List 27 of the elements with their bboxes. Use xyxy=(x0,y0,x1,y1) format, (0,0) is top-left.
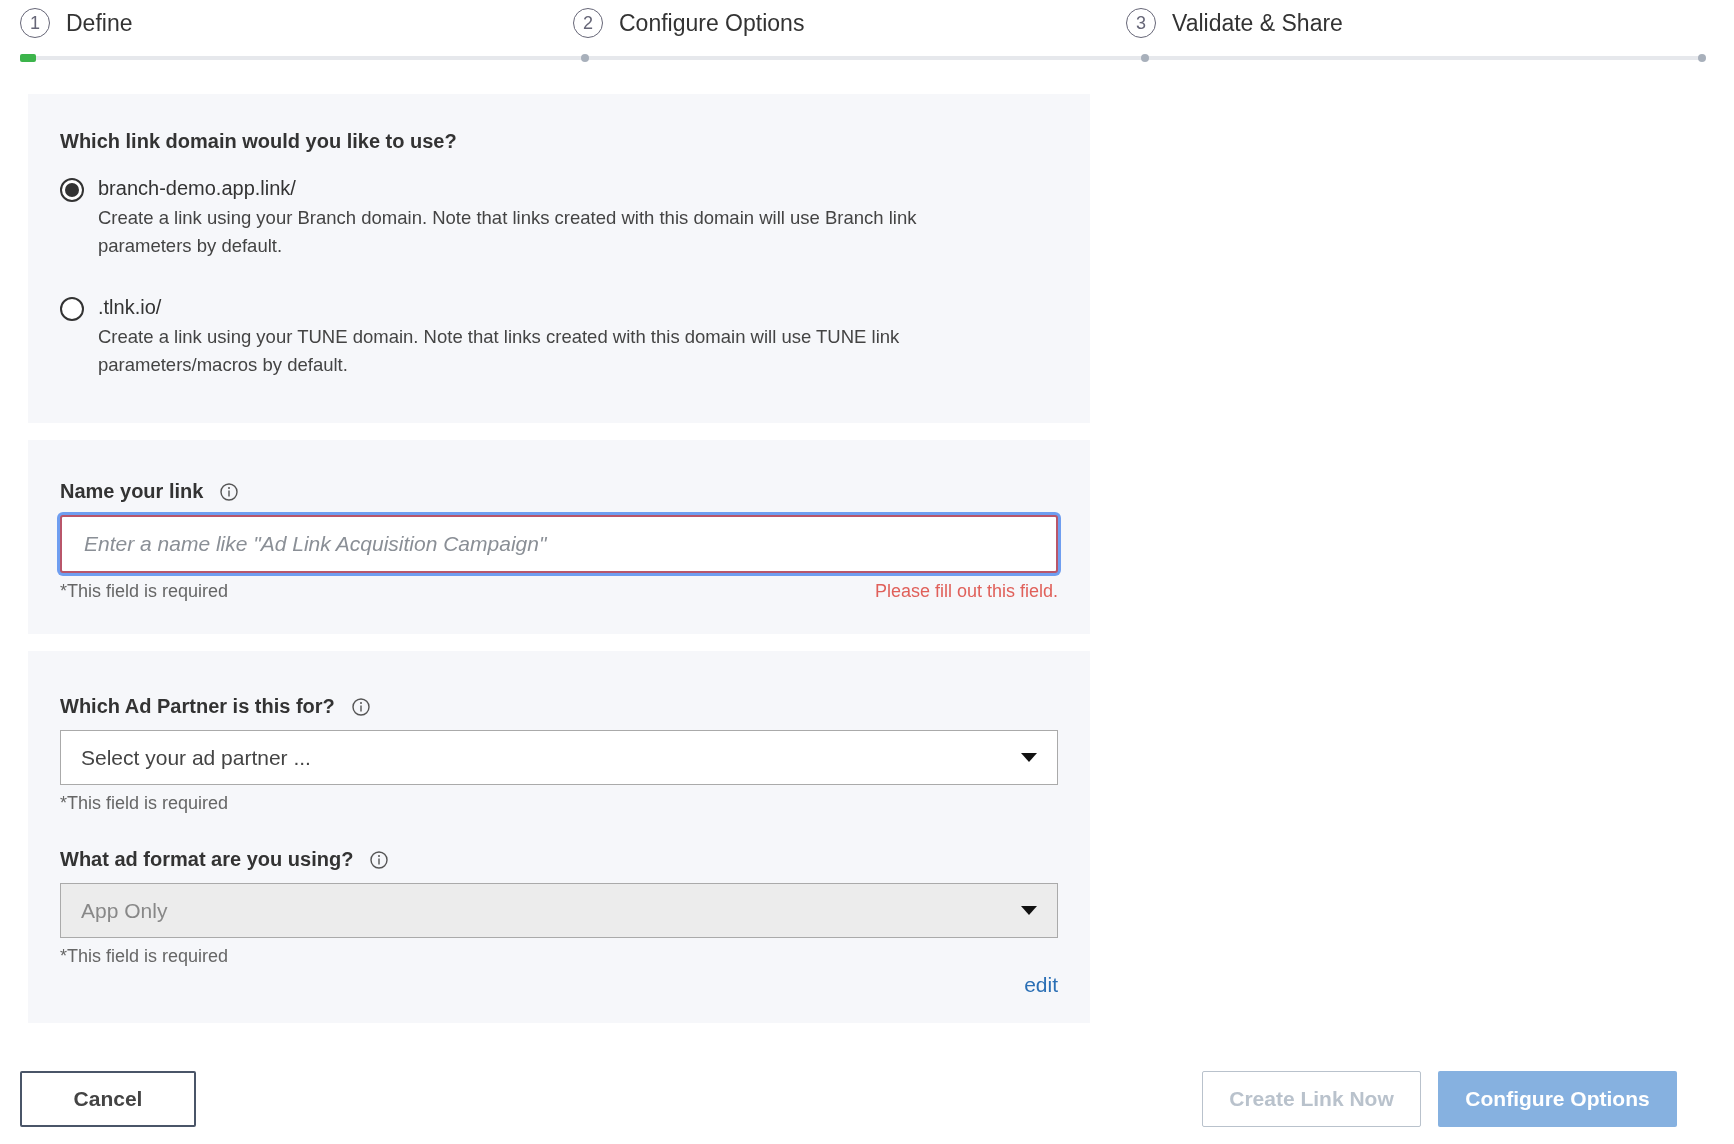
radio-button[interactable] xyxy=(60,178,84,202)
step-label: Validate & Share xyxy=(1172,9,1343,37)
select-dropdown[interactable]: Select your ad partner ... xyxy=(60,730,1058,785)
field-label: What ad format are you using? xyxy=(60,848,354,871)
info-icon[interactable] xyxy=(350,696,371,717)
edit-link[interactable]: edit xyxy=(1024,973,1058,997)
caret-icon xyxy=(1021,905,1037,916)
option-label[interactable]: branch-demo.app.link/ xyxy=(98,177,978,200)
error-message: Please fill out this field. xyxy=(874,581,1058,602)
question-label: Which link domain would you like to use? xyxy=(60,130,458,153)
required-hint: *This field is required xyxy=(60,946,230,967)
caret-icon xyxy=(1021,752,1037,763)
info-icon[interactable] xyxy=(219,481,240,502)
required-hint: *This field is required xyxy=(60,581,229,602)
radio-button[interactable] xyxy=(60,297,84,321)
option-label[interactable]: .tlnk.io/ xyxy=(98,296,978,319)
option-description: Create a link using your Branch domain. Note that links created with this domain will use Branch link parameters by default. xyxy=(98,206,918,258)
required-hint: *This field is required xyxy=(60,793,230,814)
step-label: Configure Options xyxy=(619,9,805,37)
step-dot xyxy=(1698,54,1706,62)
name-input-field[interactable]: Enter a name like "Ad Link Acquisition Campaign" xyxy=(60,515,1058,573)
info-icon[interactable] xyxy=(369,849,390,870)
field-label: Which Ad Partner is this for? xyxy=(60,695,335,718)
step-label: Define xyxy=(66,9,133,37)
field-label: Name your link xyxy=(60,480,204,503)
action-button[interactable]: Cancel xyxy=(20,1071,196,1127)
option-description: Create a link using your TUNE domain. Note that links created with this domain will use TUNE link parameters/macros by default. xyxy=(98,325,901,377)
